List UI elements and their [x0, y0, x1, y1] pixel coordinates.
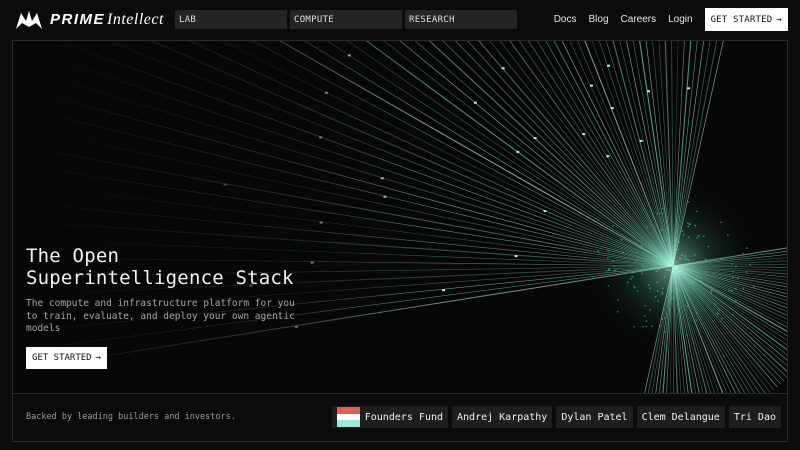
hero-title: The Open Superintelligence Stack [26, 245, 346, 289]
right-navigation: Docs Blog Careers Login GET STARTED → [554, 8, 788, 31]
nav-tab-lab[interactable]: LAB [175, 10, 287, 29]
header-get-started-button[interactable]: GET STARTED → [705, 8, 788, 31]
investor-name: Tri Dao [734, 412, 776, 423]
investor-list: Founders Fund Andrej Karpathy Dylan Pate… [332, 406, 781, 428]
investor-andrej-karpathy[interactable]: Andrej Karpathy [452, 406, 552, 428]
hero-section: The Open Superintelligence Stack The com… [12, 40, 788, 394]
hero-get-started-button[interactable]: GET STARTED → [26, 347, 107, 369]
nav-link-login[interactable]: Login [668, 14, 692, 25]
nav-link-careers[interactable]: Careers [621, 14, 657, 25]
nav-tabs: LAB COMPUTE RESEARCH [175, 10, 517, 29]
investors-bar: Backed by leading builders and investors… [12, 394, 788, 442]
nav-link-docs[interactable]: Docs [554, 14, 577, 25]
nav-tab-research[interactable]: RESEARCH [405, 10, 517, 29]
arrow-right-icon: → [96, 353, 101, 363]
brand-logo[interactable]: PRIME Intellect [14, 9, 164, 31]
prime-intellect-logo-icon [14, 9, 44, 31]
investor-tri-dao[interactable]: Tri Dao [729, 406, 781, 428]
hero-title-line-2: Superintelligence Stack [26, 267, 346, 289]
header-get-started-label: GET STARTED [711, 15, 773, 25]
nav-tab-compute[interactable]: COMPUTE [290, 10, 402, 29]
hero-title-line-1: The Open [26, 245, 346, 267]
brand-wordmark: PRIME Intellect [50, 11, 164, 29]
investor-dylan-patel[interactable]: Dylan Patel [556, 406, 632, 428]
investor-founders-fund[interactable]: Founders Fund [332, 406, 448, 428]
brand-name-bold: PRIME [50, 11, 105, 28]
backed-by-text: Backed by leading builders and investors… [26, 412, 236, 422]
hero-get-started-label: GET STARTED [32, 353, 92, 363]
brand-name-light: Intellect [107, 11, 164, 28]
arrow-right-icon: → [776, 15, 782, 25]
founders-fund-flag-icon [337, 407, 360, 427]
investor-name: Founders Fund [365, 412, 443, 423]
investor-name: Andrej Karpathy [457, 412, 547, 423]
nav-link-blog[interactable]: Blog [589, 14, 609, 25]
hero-light-rays-graphic [13, 41, 788, 394]
investor-name: Dylan Patel [561, 412, 627, 423]
hero-subtitle: The compute and infrastructure platform … [26, 298, 301, 336]
investor-name: Clem Delangue [642, 412, 720, 423]
investor-clem-delangue[interactable]: Clem Delangue [637, 406, 725, 428]
top-navigation-bar: PRIME Intellect LAB COMPUTE RESEARCH Docs… [0, 0, 800, 40]
